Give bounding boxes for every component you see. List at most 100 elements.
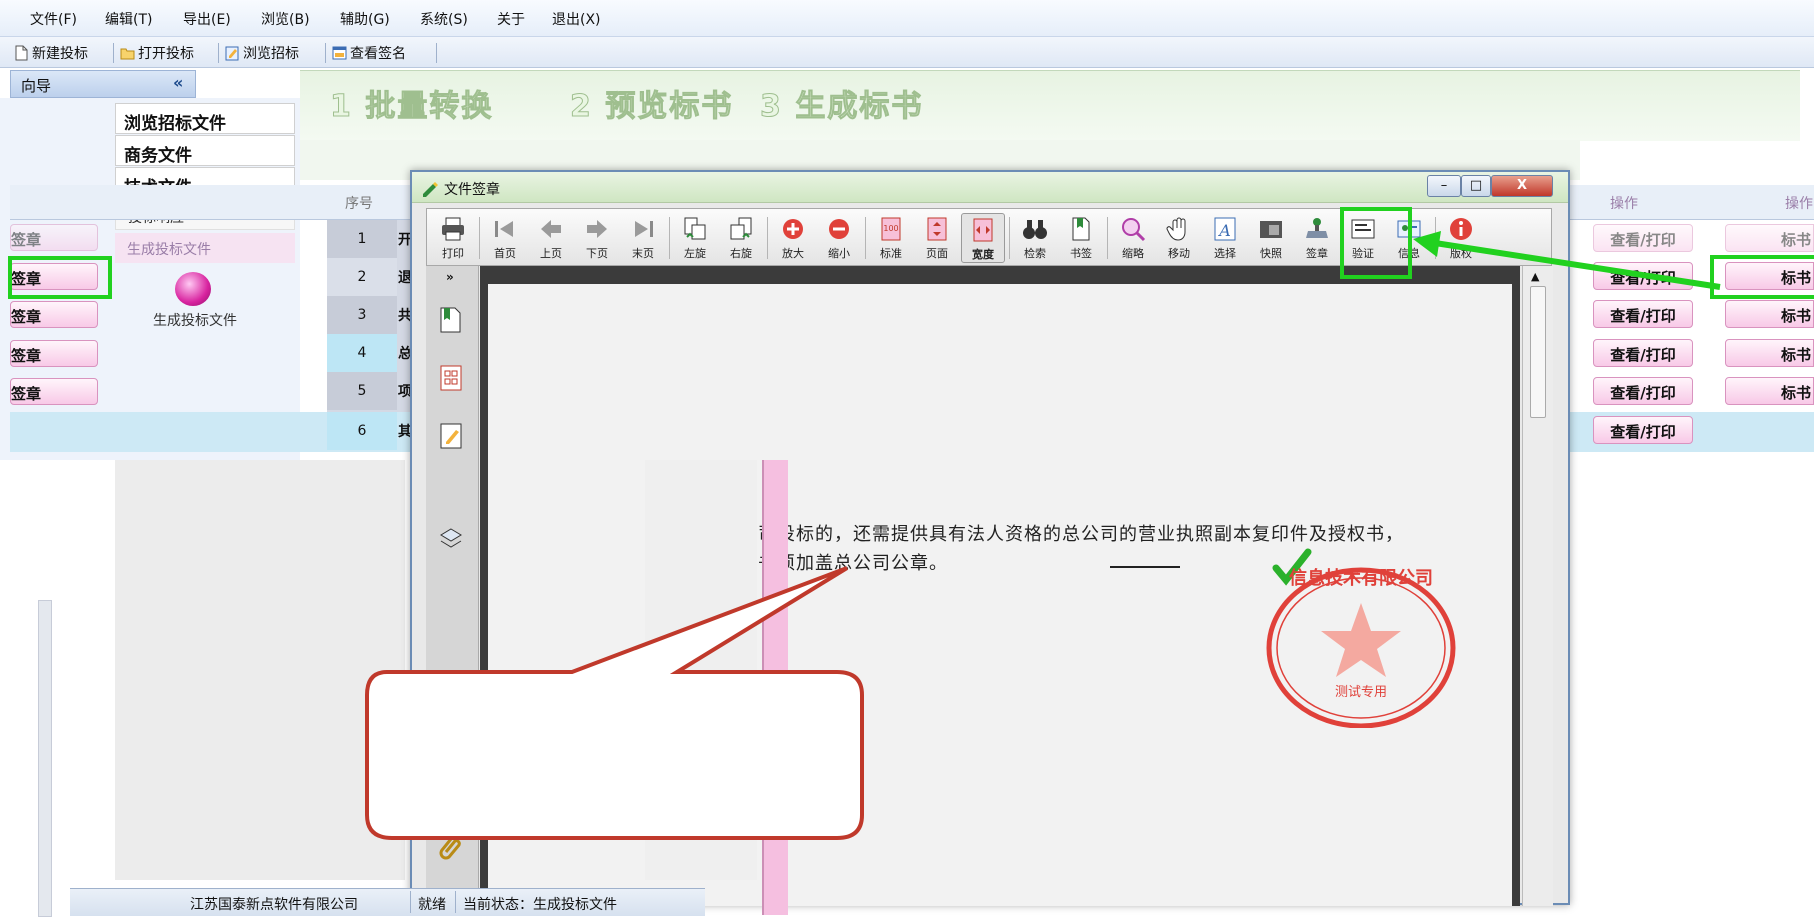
edit-doc-icon — [225, 46, 239, 61]
bookmarks-panel-icon[interactable] — [438, 306, 464, 334]
view-sign-label: 查看签名 — [350, 46, 406, 62]
menu-file[interactable]: 文件(F) — [30, 9, 77, 29]
left-scrollbar[interactable] — [38, 600, 52, 917]
toolbar-separator — [113, 43, 114, 63]
annotation-panel-icon[interactable] — [438, 422, 464, 450]
column-seq: 序号 — [345, 196, 373, 212]
hand-tool-button[interactable]: 移动 — [1157, 213, 1201, 263]
bid-sign-button[interactable]: 标书 — [1725, 224, 1814, 252]
seal-org-text: 信息技术有限公司 — [1289, 567, 1433, 589]
vertical-scrollbar[interactable]: ▲ — [1522, 266, 1553, 906]
bid-sign-button[interactable]: 标书 — [1725, 339, 1814, 367]
sign-button[interactable]: 签章 — [10, 340, 98, 367]
view-print-button[interactable]: 查看/打印 — [1593, 339, 1693, 367]
view-print-button[interactable]: 查看/打印 — [1593, 377, 1693, 405]
bid-sign-button[interactable]: 标书 — [1725, 300, 1814, 328]
standard-size-button[interactable]: 100 标准 — [869, 213, 913, 263]
open-bid-button[interactable]: 打开投标 — [120, 43, 194, 63]
sign-button[interactable]: 签章 — [10, 378, 98, 405]
zoom-in-label: 放大 — [782, 247, 804, 260]
menu-edit[interactable]: 编辑(T) — [105, 9, 152, 29]
sign-button[interactable]: 签章 — [10, 224, 98, 251]
bookmark-button[interactable]: 书签 — [1059, 213, 1103, 263]
fit-width-label: 宽度 — [972, 248, 994, 261]
table-row: 6 — [327, 412, 397, 450]
menu-assist[interactable]: 辅助(G) — [340, 9, 390, 29]
menu-export[interactable]: 导出(E) — [183, 9, 231, 29]
prev-page-button[interactable]: 上页 — [529, 213, 573, 263]
minimize-button[interactable]: – — [1427, 175, 1461, 197]
view-print-button[interactable]: 查看/打印 — [1593, 300, 1693, 328]
search-button[interactable]: 检索 — [1013, 213, 1057, 263]
window-title: 文件签章 — [444, 182, 500, 198]
next-page-button[interactable]: 下页 — [575, 213, 619, 263]
menu-browse[interactable]: 浏览(B) — [261, 9, 310, 29]
toolbar-separator — [865, 217, 866, 259]
expand-rail-icon[interactable]: » — [446, 270, 454, 284]
fit-width-button[interactable]: 宽度 — [961, 213, 1005, 263]
status-separator — [455, 891, 456, 913]
toolbar-separator — [436, 43, 437, 63]
status-state: 当前状态：生成投标文件 — [463, 897, 617, 913]
rotate-left-icon — [684, 217, 706, 240]
status-company: 江苏国泰新点软件有限公司 — [190, 897, 358, 913]
menu-system[interactable]: 系统(S) — [420, 9, 468, 29]
print-button[interactable]: 打印 — [431, 213, 475, 263]
generate-file-icon[interactable] — [175, 272, 211, 306]
print-label: 打印 — [442, 247, 464, 260]
svg-text:A: A — [1217, 221, 1231, 240]
document-text-line: 分公司投标的，还需提供具有法人资格的总公司的营业执照副本复印件及授权书， — [720, 524, 1404, 545]
magnify-label: 缩略 — [1122, 247, 1144, 260]
collapse-icon[interactable]: « — [173, 73, 183, 92]
maximize-button[interactable]: □ — [1461, 175, 1491, 197]
menu-exit[interactable]: 退出(X) — [552, 9, 601, 29]
window-titlebar[interactable]: 文件签章 – □ X — [412, 172, 1568, 203]
nav-item-business[interactable]: 商务文件 — [115, 135, 295, 166]
sign-button-highlight — [1340, 207, 1412, 279]
rotate-right-button[interactable]: 右旋 — [719, 213, 763, 263]
scroll-thumb[interactable] — [1530, 286, 1546, 418]
view-sign-button[interactable]: 查看签名 — [332, 43, 406, 63]
view-print-button[interactable]: 查看/打印 — [1593, 416, 1693, 444]
fit-width-icon — [973, 218, 993, 242]
select-text-label: 选择 — [1214, 247, 1236, 260]
step-3: 3 生成标书 — [759, 89, 924, 125]
zoom-out-icon — [829, 219, 849, 239]
table-row: 2 — [327, 258, 397, 296]
zoom-out-label: 缩小 — [828, 247, 850, 260]
green-arrow — [1413, 231, 1721, 290]
stamp-sign-label: 签章 — [1306, 247, 1328, 260]
bookmark-icon — [1072, 217, 1090, 241]
magnify-button[interactable]: 缩略 — [1111, 213, 1155, 263]
table-row: 3 — [327, 296, 397, 334]
new-bid-button[interactable]: 新建投标 — [14, 43, 88, 63]
zoom-in-button[interactable]: 放大 — [771, 213, 815, 263]
first-page-button[interactable]: 首页 — [483, 213, 527, 263]
seal-sub-text: 测试专用 — [1335, 685, 1387, 700]
stamp-sign-button[interactable]: 签章 — [1295, 213, 1339, 263]
layers-panel-icon[interactable] — [438, 526, 464, 554]
new-bid-label: 新建投标 — [32, 46, 88, 62]
nav-sub-generate[interactable]: 生成投标文件 — [115, 233, 295, 263]
last-page-button[interactable]: 末页 — [621, 213, 665, 263]
step-2: 2 预览标书 — [569, 89, 734, 125]
binoculars-icon — [1023, 220, 1047, 239]
fit-page-button[interactable]: 页面 — [915, 213, 959, 263]
browse-tender-button[interactable]: 浏览招标 — [225, 43, 299, 63]
close-button[interactable]: X — [1491, 175, 1553, 197]
menu-about[interactable]: 关于 — [497, 9, 525, 29]
rotate-left-button[interactable]: 左旋 — [673, 213, 717, 263]
generate-file-label: 生成投标文件 — [153, 313, 237, 329]
last-page-label: 末页 — [632, 247, 654, 260]
nav-item-browse-tender[interactable]: 浏览招标文件 — [115, 103, 295, 134]
prev-page-label: 上页 — [540, 247, 562, 260]
zoom-out-button[interactable]: 缩小 — [817, 213, 861, 263]
bid-sign-button[interactable]: 标书 — [1725, 377, 1814, 405]
snapshot-button[interactable]: 快照 — [1249, 213, 1293, 263]
fit-page-icon — [927, 217, 947, 241]
toolbar-separator — [669, 217, 670, 259]
sign-button[interactable]: 签章 — [10, 301, 98, 328]
select-text-button[interactable]: A 选择 — [1203, 213, 1247, 263]
thumbnails-panel-icon[interactable] — [438, 364, 464, 392]
svg-text:100: 100 — [883, 224, 898, 233]
